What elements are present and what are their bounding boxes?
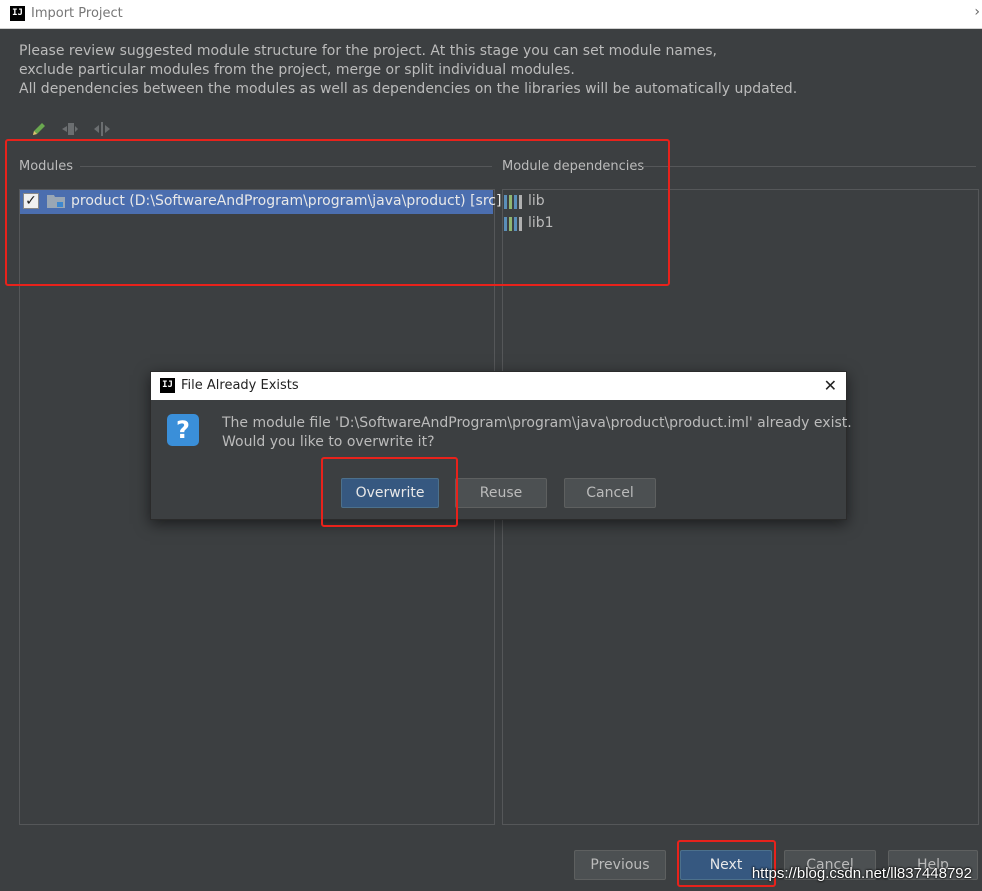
watermark-text: https://blog.csdn.net/ll837448792 bbox=[751, 865, 972, 882]
dialog-titlebar: IJ File Already Exists ✕ bbox=[151, 372, 846, 400]
dependencies-separator bbox=[642, 166, 976, 167]
file-exists-dialog: IJ File Already Exists ✕ ? The module fi… bbox=[150, 371, 852, 520]
dialog-message-line-2: Would you like to overwrite it? bbox=[222, 434, 435, 450]
dialog-title: File Already Exists bbox=[181, 378, 299, 393]
split-icon[interactable] bbox=[93, 120, 111, 138]
description-line-3: All dependencies between the modules as … bbox=[19, 81, 798, 97]
highlight-box-modules bbox=[5, 139, 670, 286]
highlight-box-overwrite bbox=[321, 457, 458, 527]
intellij-logo-icon: IJ bbox=[10, 6, 25, 21]
previous-button[interactable]: Previous bbox=[574, 850, 666, 880]
intellij-logo-icon: IJ bbox=[160, 378, 175, 393]
description-line-2: exclude particular modules from the proj… bbox=[19, 62, 575, 78]
chevron-right-icon[interactable]: › bbox=[974, 4, 980, 20]
description-line-1: Please review suggested module structure… bbox=[19, 43, 717, 59]
cancel-button[interactable]: Cancel bbox=[564, 478, 656, 508]
window-titlebar: IJ Import Project › bbox=[0, 0, 982, 29]
merge-icon[interactable] bbox=[61, 120, 79, 138]
close-icon[interactable]: ✕ bbox=[824, 376, 837, 395]
window-title: Import Project bbox=[31, 6, 123, 21]
edit-icon[interactable] bbox=[30, 120, 48, 138]
dialog-message-line-1: The module file 'D:\SoftwareAndProgram\p… bbox=[222, 415, 852, 431]
reuse-button[interactable]: Reuse bbox=[455, 478, 547, 508]
question-icon: ? bbox=[167, 414, 199, 446]
